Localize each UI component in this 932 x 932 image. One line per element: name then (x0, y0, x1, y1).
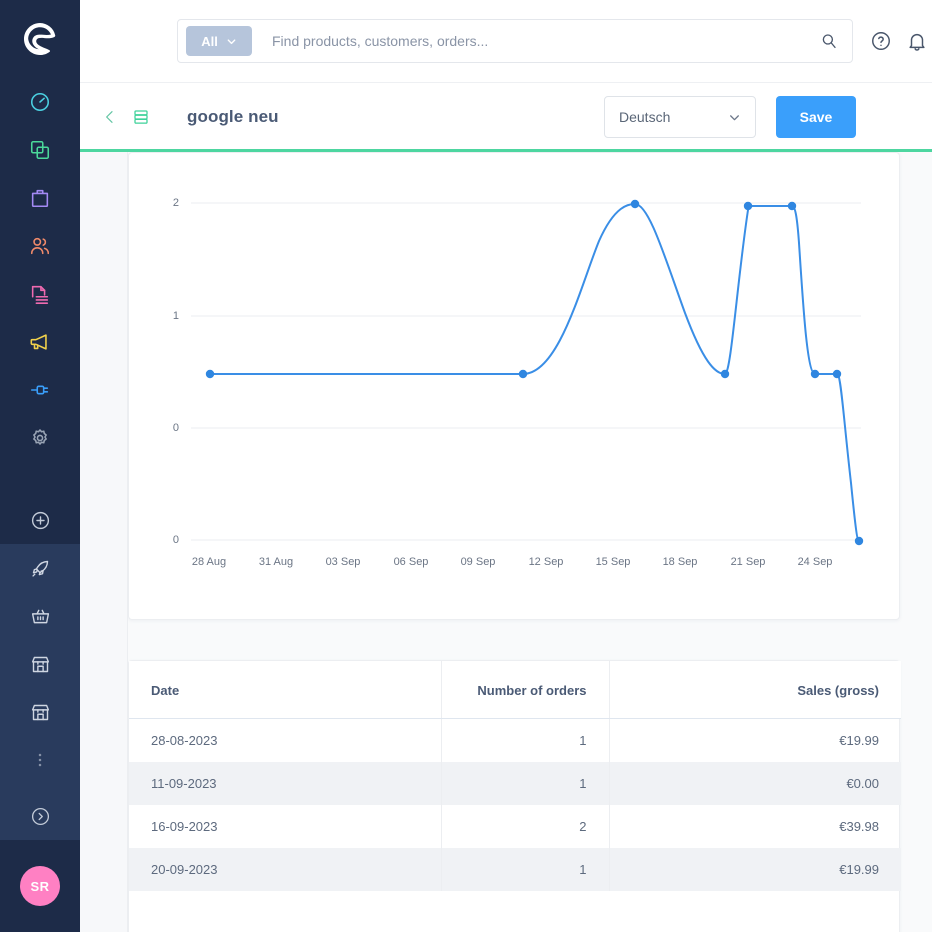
main-sidebar: SR (0, 0, 80, 932)
orders-chart-card: 2 1 0 0 28 Aug 31 Aug 03 Sep 06 Sep 09 S… (128, 152, 900, 620)
x-tick-label: 21 Sep (730, 556, 766, 568)
series-line (209, 203, 860, 542)
sidebar-item-rocket[interactable] (0, 544, 80, 592)
help-button[interactable] (870, 30, 892, 52)
content-area: 2 1 0 0 28 Aug 31 Aug 03 Sep 06 Sep 09 S… (128, 152, 932, 932)
cell-orders: 1 (440, 762, 609, 805)
sidebar-item-marketing[interactable] (0, 318, 80, 366)
page-title: google neu (187, 106, 279, 126)
sidebar-item-collapse[interactable] (0, 792, 80, 840)
sidebar-item-storefront-1[interactable] (0, 640, 80, 688)
chevron-down-icon (730, 114, 739, 120)
x-tick-label: 06 Sep (393, 556, 429, 568)
entity-type-button[interactable] (132, 108, 150, 126)
sidebar-item-storefront-2[interactable] (0, 688, 80, 736)
global-search[interactable]: All (177, 19, 853, 63)
cell-date: 20-09-2023 (129, 848, 441, 891)
cell-orders: 2 (440, 805, 609, 848)
chevron-down-icon (227, 38, 236, 44)
notifications-button[interactable] (906, 30, 928, 52)
language-select-value: Deutsch (619, 109, 671, 125)
sidebar-item-orders[interactable] (0, 174, 80, 222)
orders-table-card: Date Number of orders Sales (gross) 28-0… (128, 660, 901, 932)
data-point (810, 369, 820, 379)
database-icon (134, 109, 148, 124)
orders-table: Date Number of orders Sales (gross) 28-0… (129, 661, 901, 891)
data-point (630, 199, 640, 209)
x-tick-label: 03 Sep (325, 556, 361, 568)
shopware-logo[interactable] (0, 0, 80, 78)
cell-sales: €0.00 (608, 762, 901, 805)
data-point (205, 369, 215, 379)
sidebar-shop-group (0, 544, 80, 841)
data-point (787, 201, 797, 211)
x-tick-label: 12 Sep (528, 556, 564, 568)
top-bar: All (80, 0, 932, 82)
table-head: Date Number of orders Sales (gross) (129, 661, 901, 719)
page-header: google neu Deutsch Save (80, 82, 932, 150)
x-tick-label: 15 Sep (595, 556, 631, 568)
column-header-date[interactable]: Date (129, 661, 441, 719)
cell-sales: €19.99 (608, 848, 901, 891)
table-row[interactable]: 20-09-2023 1 €19.99 (129, 848, 901, 891)
sidebar-primary-group (0, 78, 80, 462)
data-point (854, 536, 864, 546)
app-root: SR All Find products, customers, orders.… (0, 0, 932, 932)
x-tick-label: 18 Sep (662, 556, 698, 568)
sidebar-item-customers[interactable] (0, 222, 80, 270)
table-body: 28-08-2023 1 €19.99 11-09-2023 1 €0.00 1… (129, 718, 901, 891)
cell-date: 16-09-2023 (151, 819, 218, 834)
page-header-actions: Deutsch Save (604, 83, 856, 151)
search-scope-label: All (201, 33, 218, 49)
cell-orders: 1 (440, 718, 609, 762)
chart-plot (191, 199, 864, 546)
sidebar-add-group (0, 496, 80, 544)
search-icon (822, 34, 836, 49)
x-tick-label: 28 Aug (191, 556, 227, 568)
context-sidebar[interactable] (80, 152, 128, 932)
sidebar-item-dashboard[interactable] (0, 78, 80, 126)
search-submit-button[interactable] (814, 32, 844, 50)
data-point (720, 369, 730, 379)
sidebar-item-more[interactable] (0, 736, 80, 784)
sidebar-item-basket[interactable] (0, 592, 80, 640)
cell-orders: 1 (440, 848, 609, 891)
orders-line-chart[interactable]: 2 1 0 0 28 Aug 31 Aug 03 Sep 06 Sep 09 S… (129, 153, 901, 621)
column-header-orders[interactable]: Number of orders (440, 661, 609, 719)
search-scope-selector[interactable]: All (186, 26, 252, 56)
table-row[interactable]: 11-09-2023 1 €0.00 (129, 762, 901, 805)
x-tick-label: 31 Aug (258, 556, 294, 568)
cell-sales: €39.98 (608, 805, 901, 848)
sidebar-item-add[interactable] (0, 496, 80, 544)
data-point (518, 369, 528, 379)
x-tick-label: 09 Sep (460, 556, 496, 568)
bell-icon (909, 33, 925, 51)
cell-date: 28-08-2023 (151, 733, 218, 748)
table-row[interactable]: 28-08-2023 1 €19.99 (129, 718, 901, 762)
language-select[interactable]: Deutsch (604, 96, 756, 138)
search-input[interactable] (252, 33, 814, 49)
save-button[interactable]: Save (776, 96, 856, 138)
cell-sales: €19.99 (608, 718, 901, 762)
table-header-row: Date Number of orders Sales (gross) (129, 661, 901, 719)
table-row[interactable]: 16-09-2023 2 €39.98 (129, 805, 901, 848)
data-point (832, 369, 842, 379)
topbar-actions (870, 19, 932, 63)
back-button[interactable] (102, 109, 118, 125)
data-point (743, 201, 753, 211)
sidebar-item-settings[interactable] (0, 414, 80, 462)
user-menu[interactable]: SR (0, 840, 80, 932)
avatar[interactable]: SR (20, 866, 60, 907)
sidebar-item-catalogues[interactable] (0, 126, 80, 174)
chevron-left-icon (106, 110, 113, 123)
x-tick-label: 24 Sep (797, 556, 833, 568)
help-circle-icon (872, 32, 890, 50)
sidebar-item-extensions[interactable] (0, 366, 80, 414)
sidebar-item-content[interactable] (0, 270, 80, 318)
cell-date: 11-09-2023 (129, 762, 441, 805)
column-header-sales[interactable]: Sales (gross) (608, 661, 901, 719)
